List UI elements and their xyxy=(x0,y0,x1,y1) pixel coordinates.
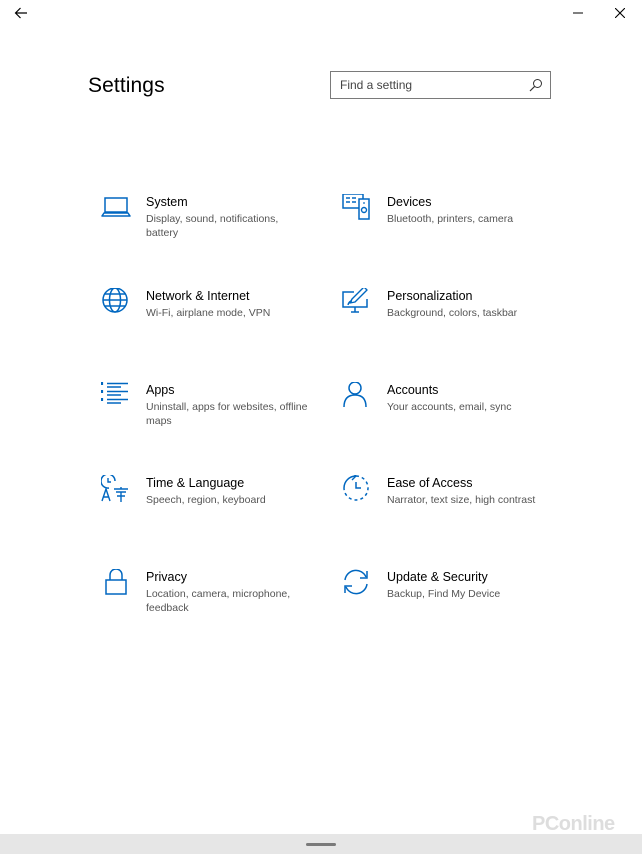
tile-title: Ease of Access xyxy=(387,476,473,490)
tile-title: Update & Security xyxy=(387,570,488,584)
minimize-icon xyxy=(573,12,583,14)
apps-list-icon xyxy=(101,382,128,404)
tile-title: Privacy xyxy=(146,570,187,584)
category-update-security[interactable]: Update & Security Backup, Find My Device xyxy=(342,569,552,639)
category-accounts[interactable]: Accounts Your accounts, email, sync xyxy=(342,382,552,452)
tile-description: Background, colors, taskbar xyxy=(387,307,518,319)
page-title: Settings xyxy=(88,74,165,97)
tile-title: Accounts xyxy=(387,383,439,397)
category-network-internet[interactable]: Network & Internet Wi-Fi, airplane mode,… xyxy=(101,288,311,358)
tile-description: Location, camera, microphone, feedback xyxy=(146,588,291,614)
ease-of-access-icon xyxy=(343,475,369,501)
devices-icon xyxy=(342,194,370,220)
watermark-logo: PConline xyxy=(532,813,615,835)
settings-window: Settings System Display, sound, notifica… xyxy=(0,0,642,854)
category-devices[interactable]: Devices Bluetooth, printers, camera xyxy=(342,194,552,264)
category-system[interactable]: System Display, sound, notifications, ba… xyxy=(101,194,311,264)
tile-description: Uninstall, apps for websites, offline ma… xyxy=(146,401,308,427)
tile-description: Wi-Fi, airplane mode, VPN xyxy=(146,307,271,319)
tile-description: Backup, Find My Device xyxy=(387,588,501,600)
category-privacy[interactable]: Privacy Location, camera, microphone, fe… xyxy=(101,569,311,639)
person-icon xyxy=(343,382,367,408)
tile-title: Network & Internet xyxy=(146,289,250,303)
category-ease-of-access[interactable]: Ease of Access Narrator, text size, high… xyxy=(342,475,552,545)
personalization-icon xyxy=(342,288,368,313)
close-icon xyxy=(615,8,625,18)
close-button[interactable] xyxy=(598,0,642,26)
tile-title: Time & Language xyxy=(146,476,245,490)
bottom-gesture-bar xyxy=(0,834,642,854)
category-time-language[interactable]: Time & Language Speech, region, keyboard xyxy=(101,475,311,545)
search-icon[interactable] xyxy=(529,78,543,92)
tile-title: Personalization xyxy=(387,289,473,303)
search-input[interactable] xyxy=(331,72,521,98)
title-bar xyxy=(0,0,642,26)
tile-description: Display, sound, notifications, battery xyxy=(146,213,279,239)
tile-title: Devices xyxy=(387,195,432,209)
back-button[interactable] xyxy=(8,2,34,24)
tile-description: Speech, region, keyboard xyxy=(146,494,266,506)
home-handle[interactable] xyxy=(306,843,336,846)
search-box[interactable] xyxy=(330,71,551,99)
arrow-left-icon xyxy=(14,7,27,19)
update-icon xyxy=(344,569,368,595)
tile-description: Bluetooth, printers, camera xyxy=(387,213,514,225)
globe-icon xyxy=(102,288,128,313)
minimize-button[interactable] xyxy=(556,0,600,26)
tile-description: Your accounts, email, sync xyxy=(387,401,512,413)
tile-title: Apps xyxy=(146,383,175,397)
category-apps[interactable]: Apps Uninstall, apps for websites, offli… xyxy=(101,382,311,452)
lock-icon xyxy=(105,569,127,595)
category-personalization[interactable]: Personalization Background, colors, task… xyxy=(342,288,552,358)
tile-description: Narrator, text size, high contrast xyxy=(387,494,536,506)
laptop-icon xyxy=(101,197,131,217)
tile-title: System xyxy=(146,195,188,209)
time-language-icon xyxy=(101,475,128,502)
